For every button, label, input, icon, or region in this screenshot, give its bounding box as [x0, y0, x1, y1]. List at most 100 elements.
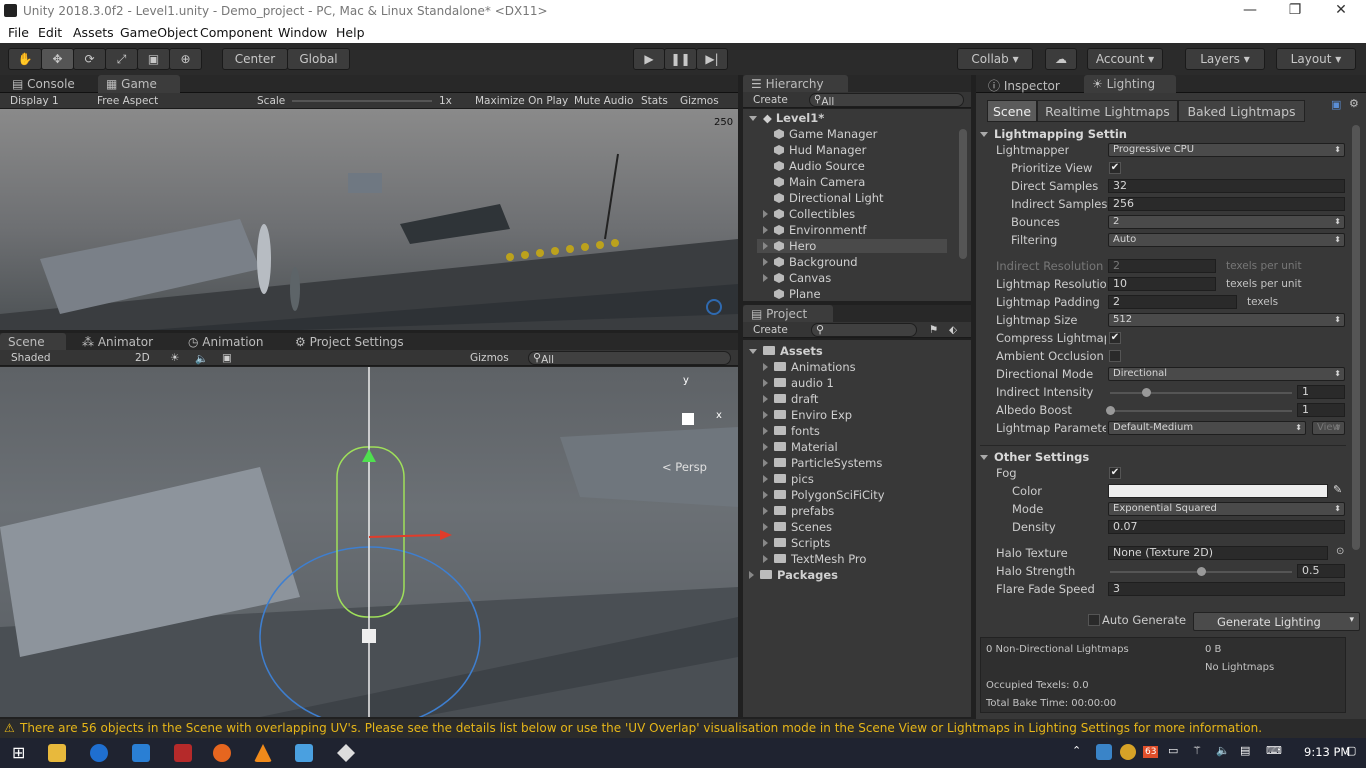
indirect-samples-field[interactable]: 256: [1108, 197, 1345, 211]
pivot-global-button[interactable]: Global: [287, 48, 350, 70]
maximize-on-play-button[interactable]: Maximize On Play: [475, 95, 568, 107]
menu-component[interactable]: Component: [200, 25, 273, 40]
bounces-dropdown[interactable]: 2: [1108, 215, 1345, 229]
expand-arrow-icon[interactable]: [763, 459, 768, 467]
project-folder-item[interactable]: Animations: [763, 360, 856, 374]
pivot-center-button[interactable]: Center: [222, 48, 288, 70]
move-tool-icon[interactable]: ✥: [41, 48, 74, 70]
fog-color-swatch[interactable]: [1108, 484, 1328, 498]
tab-animator[interactable]: ⁂ Animator: [74, 333, 161, 351]
hand-tool-icon[interactable]: ✋: [8, 48, 42, 70]
view-button[interactable]: View: [1312, 421, 1345, 435]
expand-arrow-icon[interactable]: [763, 523, 768, 531]
gizmo-center-cube[interactable]: [682, 413, 694, 425]
volume-icon[interactable]: 🔈: [1216, 744, 1230, 757]
project-folder-item[interactable]: Material: [763, 440, 838, 454]
project-folder-item[interactable]: Enviro Exp: [763, 408, 852, 422]
indirect-intensity-slider[interactable]: [1110, 392, 1292, 394]
albedo-boost-field[interactable]: 1: [1297, 403, 1345, 417]
lighting-toggle-icon[interactable]: ☀: [170, 352, 179, 364]
expand-arrow-icon[interactable]: [763, 443, 768, 451]
project-folder-item[interactable]: Scenes: [763, 520, 832, 534]
mute-audio-button[interactable]: Mute Audio: [574, 95, 633, 107]
hierarchy-item[interactable]: Plane: [763, 287, 821, 301]
menu-assets[interactable]: Assets: [73, 25, 114, 40]
scene-view[interactable]: y x < Persp: [0, 367, 738, 717]
file-explorer-icon[interactable]: [48, 744, 66, 762]
expand-arrow-icon[interactable]: [763, 226, 768, 234]
expand-arrow-icon[interactable]: [763, 411, 768, 419]
directional-mode-dropdown[interactable]: Directional: [1108, 367, 1345, 381]
expand-arrow-icon[interactable]: [763, 507, 768, 515]
firefox-icon[interactable]: [213, 744, 231, 762]
tab-console[interactable]: ▤ Console: [4, 75, 83, 93]
tab-project[interactable]: ▤ Project: [743, 305, 833, 323]
hierarchy-item[interactable]: Game Manager: [763, 127, 877, 141]
step-icon[interactable]: ▶|: [696, 48, 728, 70]
project-folder-item[interactable]: audio 1: [763, 376, 834, 390]
cloud-icon[interactable]: ☁: [1045, 48, 1077, 70]
expand-arrow-icon[interactable]: [763, 210, 768, 218]
project-folder-item[interactable]: prefabs: [763, 504, 834, 518]
scene-gizmos-dropdown[interactable]: Gizmos: [470, 352, 509, 364]
lightmap-resolution-field[interactable]: 10: [1108, 277, 1216, 291]
hierarchy-item[interactable]: Directional Light: [763, 191, 884, 205]
subtab-scene[interactable]: Scene: [987, 100, 1037, 122]
expand-arrow-icon[interactable]: [763, 555, 768, 563]
layout-dropdown[interactable]: Layout ▾: [1276, 48, 1356, 70]
minimize-icon[interactable]: —: [1227, 2, 1273, 18]
hierarchy-item[interactable]: Background: [763, 255, 858, 269]
audio-toggle-icon[interactable]: 🔈: [195, 352, 208, 365]
battery-icon[interactable]: ▭: [1168, 744, 1178, 757]
scene-orientation-gizmo[interactable]: y x: [652, 375, 732, 455]
expand-arrow-icon[interactable]: [763, 395, 768, 403]
filter-type-icon[interactable]: ⚑: [929, 324, 938, 336]
expand-arrow-icon[interactable]: [763, 242, 768, 250]
expand-arrow-icon[interactable]: [763, 363, 768, 371]
tab-inspector[interactable]: ⓘ Inspector: [980, 75, 1068, 93]
filtering-dropdown[interactable]: Auto: [1108, 233, 1345, 247]
fog-mode-dropdown[interactable]: Exponential Squared: [1108, 502, 1345, 516]
menu-help[interactable]: Help: [336, 25, 365, 40]
mode-2d-button[interactable]: 2D: [135, 352, 150, 364]
expand-arrow-icon[interactable]: [763, 475, 768, 483]
expand-arrow-icon[interactable]: [763, 258, 768, 266]
hierarchy-item[interactable]: Environmentf: [763, 223, 866, 237]
packages-root[interactable]: Packages: [749, 568, 838, 582]
transform-tool-icon[interactable]: ⊕: [169, 48, 202, 70]
tab-hierarchy[interactable]: ☰ Hierarchy: [743, 75, 848, 93]
project-search-input[interactable]: ⚲: [811, 323, 917, 337]
clock[interactable]: 9:13 PM: [1304, 745, 1350, 759]
tray-chrome-icon[interactable]: [1120, 744, 1136, 760]
flare-fade-speed-field[interactable]: 3: [1108, 582, 1345, 596]
settings-gear-icon[interactable]: ⚙: [1349, 97, 1359, 110]
menu-edit[interactable]: Edit: [38, 25, 62, 40]
tab-lighting[interactable]: ☀ Lighting: [1084, 75, 1176, 93]
halo-strength-knob[interactable]: [1197, 567, 1206, 576]
project-folder-item[interactable]: pics: [763, 472, 814, 486]
hierarchy-item[interactable]: Canvas: [763, 271, 831, 285]
persp-label[interactable]: < Persp: [662, 460, 707, 474]
indirect-resolution-field[interactable]: 2: [1108, 259, 1216, 273]
vlc-icon[interactable]: [254, 744, 272, 762]
subtab-baked-lightmaps[interactable]: Baked Lightmaps: [1178, 100, 1305, 122]
lightmap-parameters-dropdown[interactable]: Default-Medium: [1108, 421, 1306, 435]
hierarchy-item[interactable]: Main Camera: [763, 175, 865, 189]
hierarchy-item[interactable]: Collectibles: [763, 207, 855, 221]
hierarchy-item[interactable]: Hero: [757, 239, 947, 253]
generate-lighting-button[interactable]: Generate Lighting ▾: [1193, 612, 1360, 631]
tray-chevron-icon[interactable]: ⌃: [1072, 744, 1081, 757]
fog-density-field[interactable]: 0.07: [1108, 520, 1345, 534]
indirect-intensity-field[interactable]: 1: [1297, 385, 1345, 399]
tray-app-icon[interactable]: [1096, 744, 1112, 760]
filter-label-icon[interactable]: ⬖: [949, 324, 957, 336]
scale-slider[interactable]: [292, 100, 432, 102]
pause-icon[interactable]: ❚❚: [664, 48, 697, 70]
tab-animation[interactable]: ◷ Animation: [180, 333, 271, 351]
ambient-occlusion-checkbox[interactable]: [1109, 350, 1121, 362]
albedo-boost-slider[interactable]: [1110, 410, 1292, 412]
prioritize-view-checkbox[interactable]: ✔: [1109, 162, 1121, 174]
lightmap-size-dropdown[interactable]: 512: [1108, 313, 1345, 327]
object-picker-icon[interactable]: ⊙: [1336, 546, 1344, 557]
game-view[interactable]: 250: [0, 109, 738, 330]
